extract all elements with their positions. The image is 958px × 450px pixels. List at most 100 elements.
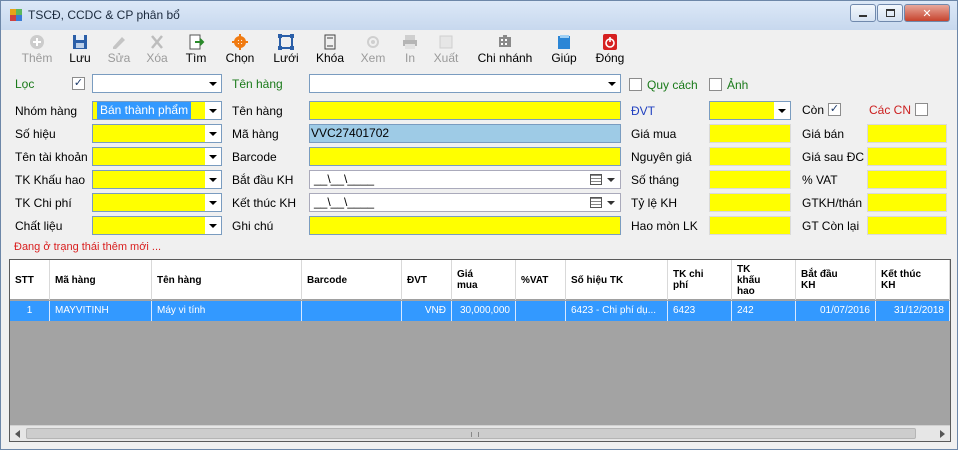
so-hieu-label: Số hiệu [15, 127, 56, 141]
export-button[interactable]: Xuất [431, 34, 461, 68]
save-icon [73, 35, 87, 49]
loc-dropdown[interactable] [92, 74, 222, 93]
tk-chi-phi-label: TK Chi phí [15, 196, 72, 210]
ten-hang-input[interactable] [309, 101, 621, 120]
gt-con-lai-input[interactable] [867, 216, 947, 235]
help-icon [558, 35, 570, 49]
grip-icon [471, 432, 479, 437]
column-header-tk-khau-hao[interactable]: TK khấu hao [732, 260, 796, 300]
column-header-tk-chi-phi[interactable]: TK chi phí [668, 260, 732, 300]
nhom-hang-dropdown[interactable]: Bán thành phẩm [92, 101, 222, 120]
edit-icon [113, 37, 125, 49]
calendar-icon[interactable] [590, 174, 602, 185]
data-grid[interactable]: STT Mã hàng Tên hàng Barcode ĐVT Giá mua… [9, 259, 951, 442]
hao-mon-lk-input[interactable] [709, 216, 791, 235]
chevron-down-icon[interactable] [607, 178, 615, 182]
loc-checkbox[interactable]: ✓ [72, 77, 85, 90]
cac-cn-label: Các CN [869, 103, 912, 117]
save-button[interactable]: Lưu [66, 34, 94, 68]
ket-thuc-kh-date[interactable]: __\__\____ [309, 193, 621, 212]
branch-button[interactable]: Chi nhánh [475, 34, 535, 68]
vat-label: % VAT [802, 173, 838, 187]
chevron-down-icon [205, 125, 221, 142]
ten-tai-khoan-dropdown[interactable] [92, 147, 222, 166]
gia-sau-dc-input[interactable] [867, 147, 947, 166]
calendar-icon[interactable] [590, 197, 602, 208]
so-thang-label: Số tháng [631, 173, 680, 187]
ma-hang-input[interactable]: VVC27401702 [309, 124, 621, 143]
dvt-dropdown[interactable] [709, 101, 791, 120]
bat-dau-kh-date[interactable]: __\__\____ [309, 170, 621, 189]
add-button[interactable]: Thêm [20, 34, 54, 68]
help-button[interactable]: Giúp [547, 34, 581, 68]
grid-button[interactable]: Lưới [270, 34, 302, 68]
ty-le-kh-label: Tỷ lệ KH [631, 196, 678, 210]
view-button[interactable]: Xem [358, 34, 388, 68]
lock-button[interactable]: Khóa [314, 34, 346, 68]
gtkh-label: GTKH/thán [802, 196, 863, 210]
column-header-stt[interactable]: STT [10, 260, 50, 300]
title-bar[interactable]: TSCĐ, CCDC & CP phân bổ ✕ [1, 1, 957, 30]
so-thang-input[interactable] [709, 170, 791, 189]
anh-checkbox[interactable] [709, 78, 722, 91]
column-header-so-hieu-tk[interactable]: Số hiệu TK [566, 260, 668, 300]
column-header-gia-mua[interactable]: Giá mua [452, 260, 516, 300]
column-header-bat-dau-kh[interactable]: Bắt đầu KH [796, 260, 876, 300]
con-checkbox[interactable]: ✓ [828, 103, 841, 116]
maximize-button[interactable] [877, 4, 903, 22]
chevron-down-icon[interactable] [607, 201, 615, 205]
quy-cach-label: Quy cách [647, 78, 698, 92]
cac-cn-checkbox[interactable] [915, 103, 928, 116]
ty-le-kh-input[interactable] [709, 193, 791, 212]
nguyen-gia-label: Nguyên giá [631, 150, 692, 164]
cell-ket-thuc-kh: 31/12/2018 [876, 301, 950, 321]
gia-ban-input[interactable] [867, 124, 947, 143]
ghi-chu-input[interactable] [309, 216, 621, 235]
scroll-right-icon[interactable] [940, 430, 945, 438]
grid-header: STT Mã hàng Tên hàng Barcode ĐVT Giá mua… [10, 260, 950, 300]
scroll-thumb[interactable] [26, 428, 916, 439]
gtkh-input[interactable] [867, 193, 947, 212]
column-header-dvt[interactable]: ĐVT [402, 260, 452, 300]
gia-sau-dc-label: Giá sau ĐC [802, 150, 865, 164]
select-button[interactable]: Chọn [223, 34, 257, 68]
tk-khau-hao-dropdown[interactable] [92, 170, 222, 189]
close-form-button[interactable]: Đóng [593, 34, 627, 68]
column-header-ket-thuc-kh[interactable]: Kết thúc KH [876, 260, 950, 300]
column-header-ten-hang[interactable]: Tên hàng [152, 260, 302, 300]
column-header-ma-hang[interactable]: Mã hàng [50, 260, 152, 300]
delete-button[interactable]: Xóa [142, 34, 172, 68]
column-header-vat[interactable]: %VAT [516, 260, 566, 300]
loc-label: Lọc [15, 77, 35, 91]
bat-dau-kh-label: Bắt đầu KH [232, 173, 294, 187]
ten-tai-khoan-label: Tên tài khoản [15, 150, 88, 164]
chat-lieu-dropdown[interactable] [92, 216, 222, 235]
gia-mua-input[interactable] [709, 124, 791, 143]
filter-ten-hang-dropdown[interactable] [309, 74, 621, 93]
nguyen-gia-input[interactable] [709, 147, 791, 166]
find-button[interactable]: Tìm [181, 34, 211, 68]
gear-icon [232, 34, 248, 50]
so-hieu-dropdown[interactable] [92, 124, 222, 143]
dvt-label: ĐVT [631, 104, 655, 118]
cell-tk-chi-phi: 6423 [668, 301, 732, 321]
vat-input[interactable] [867, 170, 947, 189]
barcode-input[interactable] [309, 147, 621, 166]
tk-chi-phi-dropdown[interactable] [92, 193, 222, 212]
lock-icon [324, 34, 336, 50]
chevron-down-icon [205, 75, 221, 92]
cell-gia-mua: 30,000,000 [452, 301, 516, 321]
quy-cach-checkbox[interactable] [629, 78, 642, 91]
horizontal-scrollbar[interactable] [10, 425, 950, 441]
minimize-button[interactable] [850, 4, 876, 22]
print-button[interactable]: In [397, 34, 423, 68]
edit-button[interactable]: Sửa [104, 34, 134, 68]
app-icon [10, 9, 22, 21]
status-text: Đang ở trạng thái thêm mới ... [14, 241, 162, 253]
nhom-hang-value: Bán thành phẩm [97, 102, 192, 119]
column-header-barcode[interactable]: Barcode [302, 260, 402, 300]
close-button[interactable]: ✕ [904, 4, 950, 22]
table-row[interactable]: 1 MAYVITINH Máy vi tính VNĐ 30,000,000 6… [10, 301, 950, 321]
scroll-left-icon[interactable] [15, 430, 20, 438]
maximize-icon [885, 9, 895, 17]
